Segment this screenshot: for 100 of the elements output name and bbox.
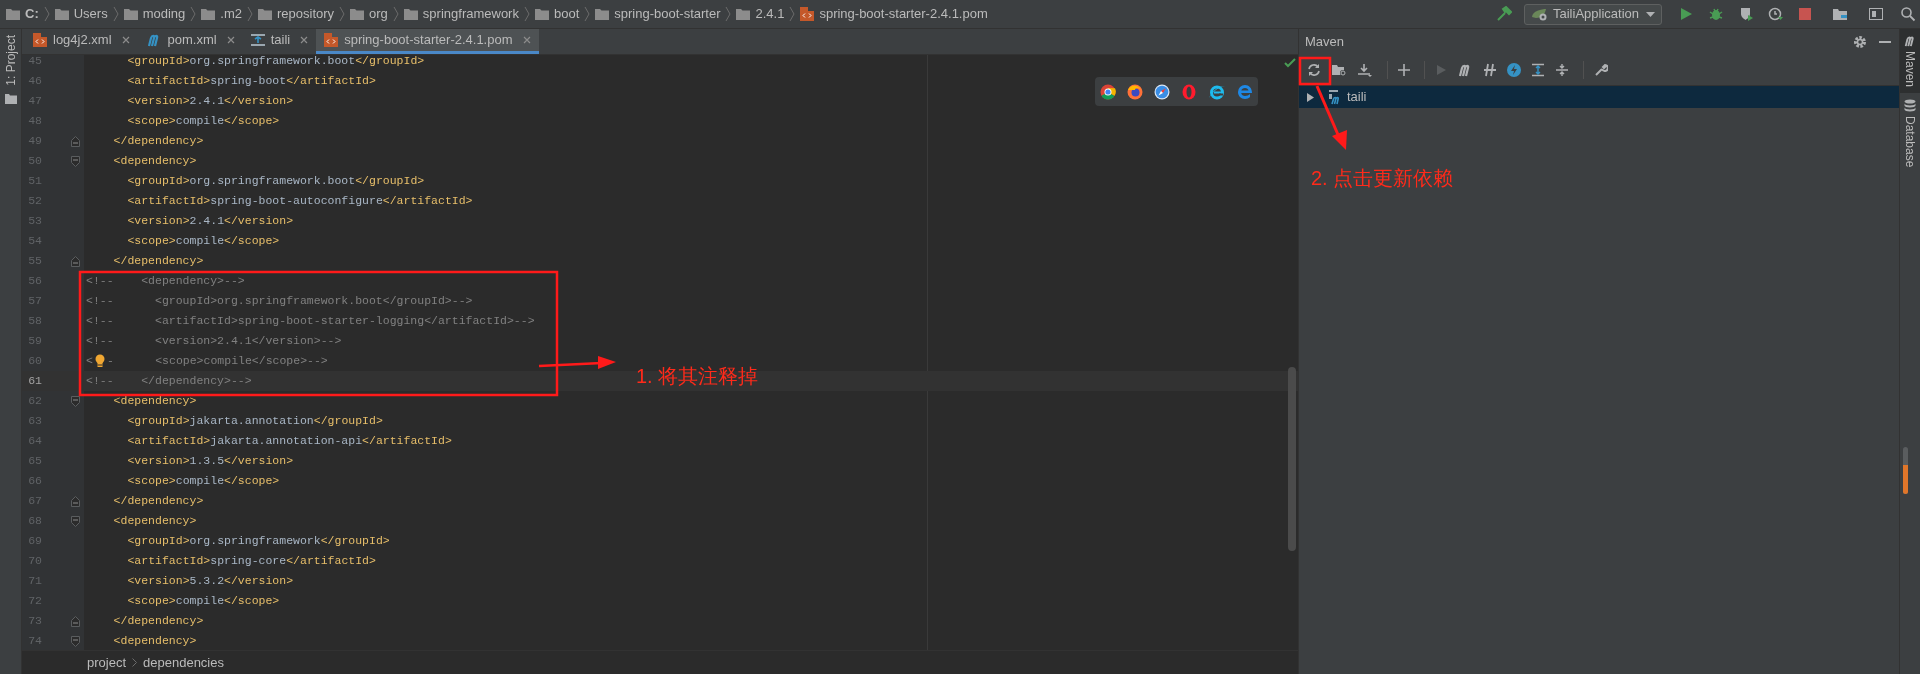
opera-icon[interactable] <box>1181 83 1197 100</box>
folder-icon[interactable] <box>1331 63 1347 77</box>
folder-icon <box>736 8 751 20</box>
code-line: </dependency> <box>112 613 204 630</box>
code-line: <artifactId>jakarta.annotation-api</artifactId> <box>126 433 452 450</box>
annotation-text: 2. 点击更新依赖 <box>1311 166 1454 190</box>
stop-icon[interactable] <box>1798 7 1812 21</box>
breadcrumb-item[interactable]: dependencies <box>143 652 224 673</box>
scrollbar-thumb[interactable] <box>1288 367 1296 551</box>
search-icon[interactable] <box>1900 6 1916 22</box>
code-line: < <box>85 353 93 370</box>
tool-window-tab[interactable]: 1: Project <box>3 35 18 86</box>
lightning-icon[interactable] <box>1507 63 1521 77</box>
folder-icon <box>54 8 69 20</box>
breadcrumb-item[interactable]: project <box>87 652 127 673</box>
chrome-icon[interactable] <box>1100 83 1116 100</box>
code-line: <version>2.4.1</version> <box>126 213 294 230</box>
scroll-indicator <box>1903 447 1908 494</box>
breadcrumb-item[interactable]: moding <box>142 4 186 24</box>
lightbulb-icon[interactable] <box>93 354 106 368</box>
panel-title: Maven <box>1305 33 1345 52</box>
fold-marker-icon[interactable] <box>71 495 80 507</box>
database-icon <box>1904 99 1916 113</box>
fold-marker-icon[interactable] <box>71 135 80 147</box>
code-line: <!-- <groupId>org.springframework.boot</groupId>--> <box>85 293 473 310</box>
code-line: <!-- <artifactId>spring-boot-starter-logging</artifactId>--> <box>85 313 535 330</box>
breadcrumb-item[interactable]: spring-boot-starter-2.4.1.pom <box>819 4 988 24</box>
file-icon <box>324 33 339 47</box>
window-icon[interactable] <box>1868 6 1884 22</box>
run-icon[interactable] <box>1678 6 1694 22</box>
editor-tab[interactable]: taili <box>242 29 317 54</box>
editor-tab[interactable]: pom.xml <box>137 29 243 54</box>
code-line: <!-- <dependency>--> <box>85 273 245 290</box>
folder-icon[interactable] <box>1832 6 1848 22</box>
tree-item[interactable]: taili <box>1299 86 1899 108</box>
clock-icon[interactable] <box>1768 6 1784 22</box>
code-line: </dependency> <box>112 253 204 270</box>
refresh-icon[interactable] <box>1307 63 1321 77</box>
plus-icon[interactable] <box>1398 64 1410 76</box>
settings-icon[interactable] <box>1853 35 1867 49</box>
close-icon[interactable] <box>300 36 309 44</box>
file-icon <box>33 33 47 47</box>
shield-icon[interactable] <box>1738 6 1754 22</box>
module-icon <box>250 33 265 47</box>
close-icon[interactable] <box>226 36 235 44</box>
edge-icon[interactable] <box>1237 83 1253 100</box>
code-line: - <scope>compile</scope>--> <box>106 353 328 370</box>
code-line: <groupId>org.springframework.boot</groupId> <box>126 173 425 190</box>
breadcrumb-item[interactable]: boot <box>553 4 580 24</box>
download-icon[interactable] <box>1357 63 1373 77</box>
fold-marker-icon[interactable] <box>71 395 80 407</box>
code-line: <groupId>org.springframework.boot</groupId> <box>126 55 425 70</box>
code-line: <!-- <version>2.4.1</version>--> <box>85 333 342 350</box>
fold-marker-icon[interactable] <box>71 635 80 647</box>
editor-tab[interactable]: log4j2.xml <box>25 29 138 54</box>
chevron-icon <box>112 6 119 22</box>
skip-icon[interactable] <box>1483 63 1497 77</box>
breadcrumb-item[interactable]: .m2 <box>220 4 242 24</box>
internet-explorer-icon[interactable] <box>1208 83 1226 100</box>
wrench-icon[interactable] <box>1594 63 1608 77</box>
code-line: </dependency> <box>112 493 204 510</box>
bug-icon[interactable] <box>1708 6 1724 22</box>
collapse-icon[interactable] <box>1555 63 1569 77</box>
compass-icon[interactable] <box>1154 83 1170 100</box>
breadcrumb-item[interactable]: 2.4.1 <box>755 4 785 24</box>
tool-window-tab[interactable]: Database <box>1900 93 1920 174</box>
folder-icon <box>6 8 20 20</box>
chevron-icon <box>247 6 253 22</box>
code-line: <dependency> <box>112 153 197 170</box>
code-line: <version>1.3.5</version> <box>126 453 294 470</box>
breadcrumb-item[interactable]: org <box>369 4 388 24</box>
breadcrumb-item[interactable]: springframework <box>422 4 519 24</box>
maven-icon <box>1903 35 1917 47</box>
chevron-icon <box>190 6 197 22</box>
annotation-box <box>1298 56 1332 86</box>
fold-marker-icon[interactable] <box>71 615 80 627</box>
code-line: <scope>compile</scope> <box>126 113 280 130</box>
breadcrumb-item[interactable]: spring-boot-starter <box>614 4 721 24</box>
hammer-icon[interactable] <box>1496 6 1512 22</box>
fold-marker-icon[interactable] <box>71 155 80 167</box>
code-line: <dependency> <box>112 393 197 410</box>
close-icon[interactable] <box>522 36 531 44</box>
expand-arrow-icon[interactable] <box>1306 92 1315 102</box>
annotation-arrow <box>1315 85 1347 150</box>
folder-icon <box>595 8 610 20</box>
code-line: <version>5.3.2</version> <box>126 573 294 590</box>
run-configuration-dropdown[interactable]: TailiApplication <box>1524 3 1662 25</box>
code-line: <version>2.4.1</version> <box>126 93 294 110</box>
breadcrumb-item[interactable]: Users <box>73 4 108 24</box>
fold-marker-icon[interactable] <box>71 255 80 267</box>
folder-icon <box>123 8 138 20</box>
editor-tab[interactable]: spring-boot-starter-2.4.1.pom <box>316 29 539 54</box>
breadcrumb-item[interactable]: repository <box>277 4 335 24</box>
fold-marker-icon[interactable] <box>71 515 80 527</box>
expand-icon[interactable] <box>1531 63 1545 77</box>
code-line: <!-- </dependency>--> <box>85 373 252 390</box>
firefox-icon[interactable] <box>1127 83 1143 100</box>
close-icon[interactable] <box>121 36 130 44</box>
breadcrumb-item[interactable]: C: <box>25 4 39 24</box>
tool-window-tab[interactable]: Maven <box>1900 29 1920 94</box>
